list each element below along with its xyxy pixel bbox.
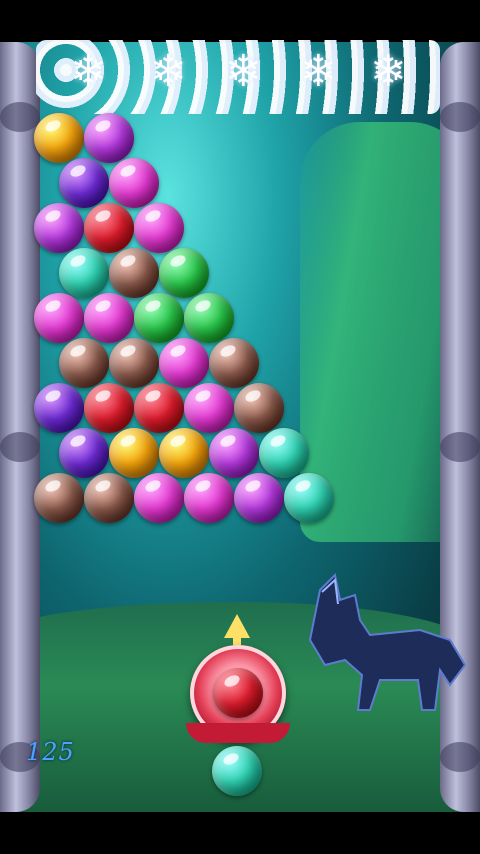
- bubble-green: [184, 293, 234, 343]
- bubble-red: [84, 383, 134, 433]
- bubble-brown: [234, 383, 284, 433]
- next-bubble[interactable]: [212, 746, 262, 796]
- bubble-brown: [34, 473, 84, 523]
- bubble-violet: [84, 113, 134, 163]
- top-letterbox: [0, 0, 480, 42]
- snowflake-icon: ❄: [300, 46, 337, 97]
- bubble-gold: [34, 113, 84, 163]
- bubble-magenta: [184, 383, 234, 433]
- bubble-red: [134, 383, 184, 433]
- bubble-teal: [59, 248, 109, 298]
- bubble-gold: [159, 428, 209, 478]
- game-stage: ❄ ❄ ❄ ❄ ❄ 125: [0, 0, 480, 854]
- snowflake-icon: ❄: [150, 46, 187, 97]
- bubble-brown: [109, 338, 159, 388]
- bubble-violet: [209, 428, 259, 478]
- aim-arrow-icon[interactable]: [224, 614, 250, 638]
- bubble-green: [134, 293, 184, 343]
- current-bubble[interactable]: [213, 668, 263, 718]
- bubble-violet: [234, 473, 284, 523]
- bubble-purple: [34, 383, 84, 433]
- snowflake-icon: ❄: [225, 46, 262, 97]
- bubble-magenta: [159, 338, 209, 388]
- bubble-purple: [59, 428, 109, 478]
- bubble-gold: [109, 428, 159, 478]
- bubble-red: [84, 203, 134, 253]
- bubble-magenta: [134, 203, 184, 253]
- score-counter: 125: [26, 738, 75, 766]
- bubble-magenta: [84, 293, 134, 343]
- snowflake-icon: ❄: [70, 46, 107, 97]
- left-stone-pillar: [0, 42, 40, 812]
- bubble-magenta: [34, 293, 84, 343]
- bubble-violet: [34, 203, 84, 253]
- bubble-green: [159, 248, 209, 298]
- bubble-brown: [109, 248, 159, 298]
- bubble-brown: [59, 338, 109, 388]
- bubble-purple: [59, 158, 109, 208]
- bubble-magenta: [109, 158, 159, 208]
- wolf-figure: [308, 572, 467, 711]
- snowflake-icon: ❄: [370, 46, 407, 97]
- bubble-brown: [209, 338, 259, 388]
- bubble-teal: [284, 473, 334, 523]
- bubble-brown: [84, 473, 134, 523]
- bubble-magenta: [184, 473, 234, 523]
- bottom-letterbox: [0, 812, 480, 854]
- bubble-teal: [259, 428, 309, 478]
- bubble-magenta: [134, 473, 184, 523]
